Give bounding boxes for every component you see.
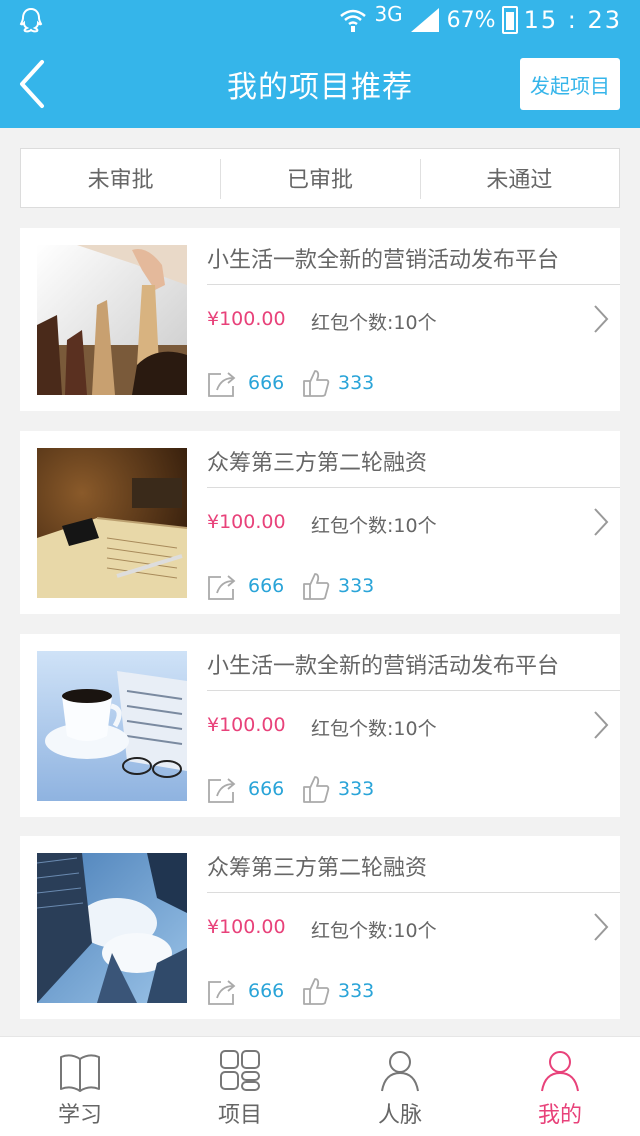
project-price: ¥100.00: [207, 714, 286, 736]
status-bar: 3G 67% 15 : 23: [0, 0, 640, 40]
share-icon[interactable]: [207, 370, 237, 398]
tabbar-label: 我的: [537, 1103, 582, 1128]
person-icon: [381, 1051, 419, 1092]
share-count: 666: [248, 575, 285, 597]
share-icon[interactable]: [207, 978, 237, 1006]
bottom-tab-bar: 学习 项目 人脉 我的: [0, 1036, 640, 1136]
thumbs-up-icon[interactable]: [302, 571, 330, 601]
project-card[interactable]: 众筹第三方第二轮融资 ¥100.00 红包个数:10个 666 333: [20, 836, 620, 1019]
share-icon[interactable]: [207, 573, 237, 601]
coffee-newspaper-photo: [37, 651, 187, 801]
redpack-count: 红包个数:10个: [311, 718, 437, 740]
project-title: 小生活一款全新的营销活动发布平台: [207, 654, 560, 679]
battery-percent: 67%: [446, 7, 496, 33]
person-icon: [541, 1051, 579, 1092]
tabbar-label: 人脉: [377, 1103, 422, 1128]
share-count: 666: [248, 980, 285, 1002]
redpack-count: 红包个数:10个: [311, 515, 437, 537]
project-price: ¥100.00: [207, 916, 286, 938]
like-count: 333: [338, 372, 375, 394]
chevron-right-icon[interactable]: [592, 507, 610, 537]
chevron-right-icon[interactable]: [592, 912, 610, 942]
tabbar-item-mine[interactable]: 我的: [480, 1037, 640, 1136]
qq-icon: [19, 7, 43, 33]
project-price: ¥100.00: [207, 308, 286, 330]
redpack-count: 红包个数:10个: [311, 312, 437, 334]
tabbar-label: 项目: [217, 1103, 262, 1128]
clock: 15 : 23: [523, 6, 622, 34]
wifi-icon: [340, 9, 367, 32]
like-count: 333: [338, 575, 375, 597]
start-project-button[interactable]: 发起项目: [520, 58, 620, 110]
like-count: 333: [338, 980, 375, 1002]
share-count: 666: [248, 372, 285, 394]
thumbs-up-icon[interactable]: [302, 976, 330, 1006]
tabbar-item-contacts[interactable]: 人脉: [320, 1037, 480, 1136]
project-title: 小生活一款全新的营销活动发布平台: [207, 248, 560, 273]
battery-icon: [501, 6, 518, 34]
thumbs-up-icon[interactable]: [302, 774, 330, 804]
grid-icon: [220, 1050, 260, 1091]
tabbar-item-study[interactable]: 学习: [0, 1037, 160, 1136]
tab-unapproved[interactable]: 未审批: [21, 149, 220, 207]
network-type: 3G: [374, 2, 403, 26]
share-count: 666: [248, 778, 285, 800]
divider: [207, 284, 620, 285]
tabbar-item-projects[interactable]: 项目: [160, 1037, 320, 1136]
divider: [207, 892, 620, 893]
nav-bar: 我的项目推荐 发起项目: [0, 40, 640, 128]
filter-tabs: 未审批 已审批 未通过: [20, 148, 620, 208]
redpack-count: 红包个数:10个: [311, 920, 437, 942]
app-header: 3G 67% 15 : 23 我的项目推荐 发起项目: [0, 0, 640, 128]
project-price: ¥100.00: [207, 511, 286, 533]
tab-rejected[interactable]: 未通过: [419, 149, 619, 207]
skyscrapers-photo: [37, 853, 187, 1003]
tab-approved[interactable]: 已审批: [220, 149, 419, 207]
project-card[interactable]: 小生活一款全新的营销活动发布平台 ¥100.00 红包个数:10个 666 33…: [20, 634, 620, 817]
divider: [207, 487, 620, 488]
thumbs-up-icon[interactable]: [302, 368, 330, 398]
chevron-right-icon[interactable]: [592, 304, 610, 334]
chevron-right-icon[interactable]: [592, 710, 610, 740]
like-count: 333: [338, 778, 375, 800]
project-title: 众筹第三方第二轮融资: [207, 451, 428, 476]
tabbar-label: 学习: [57, 1103, 102, 1128]
notebook-phone-photo: [37, 448, 187, 598]
share-icon[interactable]: [207, 776, 237, 804]
chess-photo: [37, 245, 187, 395]
divider: [207, 690, 620, 691]
signal-icon: [410, 8, 439, 32]
book-icon: [60, 1054, 100, 1092]
project-card[interactable]: 小生活一款全新的营销活动发布平台 ¥100.00 红包个数:10个 666 33…: [20, 228, 620, 411]
project-card[interactable]: 众筹第三方第二轮融资 ¥100.00 红包个数:10个 666 333: [20, 431, 620, 614]
project-title: 众筹第三方第二轮融资: [207, 856, 428, 881]
